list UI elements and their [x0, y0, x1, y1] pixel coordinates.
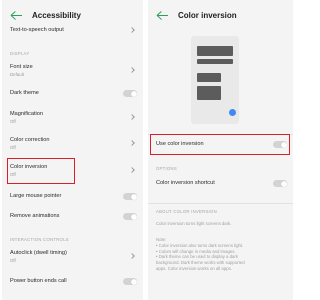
dark-theme-toggle[interactable]: [123, 90, 137, 97]
preview-bar: [197, 46, 233, 56]
row-title: Font size: [10, 64, 33, 70]
accessibility-panel: Accessibility Text-to-speech output DISP…: [2, 0, 143, 300]
row-autoclick[interactable]: Autoclick (dwell timing) Off: [10, 250, 137, 263]
divider: [148, 203, 293, 204]
row-value: Default: [10, 71, 24, 77]
row-title: Remove animations: [10, 213, 60, 220]
row-title: Dark theme: [10, 90, 39, 97]
row-power-button-ends-call[interactable]: Power button ends call: [10, 278, 137, 285]
row-color-correction[interactable]: Color correction Off: [10, 137, 137, 150]
page-title: Accessibility: [32, 10, 81, 20]
row-text-to-speech[interactable]: Text-to-speech output: [10, 27, 137, 34]
preview-bar: [197, 73, 221, 82]
inversion-preview-illustration: [191, 36, 239, 124]
row-value: Off: [10, 257, 16, 263]
preview-bar: [197, 86, 221, 100]
chevron-right-icon: [129, 67, 135, 74]
preview-bar: [197, 59, 233, 64]
row-dark-theme[interactable]: Dark theme: [10, 90, 137, 97]
toggle-knob: [130, 193, 137, 200]
chevron-right-icon: [129, 27, 135, 34]
large-mouse-pointer-toggle[interactable]: [123, 193, 137, 200]
row-color-inversion-shortcut[interactable]: Color inversion shortcut: [156, 180, 287, 187]
row-title: Autoclick (dwell timing): [10, 250, 67, 256]
row-title: Power button ends call: [10, 278, 67, 285]
row-large-mouse-pointer[interactable]: Large mouse pointer: [10, 193, 137, 200]
about-description: Color inversion turns light screens dark…: [156, 221, 232, 226]
toggle-knob: [130, 213, 137, 220]
page-title: Color inversion: [178, 10, 237, 20]
chevron-right-icon: [129, 167, 135, 174]
row-title: Color inversion shortcut: [156, 180, 215, 187]
row-value: Off: [10, 118, 16, 124]
section-display: DISPLAY: [10, 51, 30, 56]
color-inversion-shortcut-toggle[interactable]: [273, 180, 287, 187]
chevron-right-icon: [129, 140, 135, 147]
remove-animations-toggle[interactable]: [123, 213, 137, 220]
about-note: Note: • Color inversion also turns dark …: [156, 237, 285, 272]
use-color-inversion-highlight: [150, 134, 290, 155]
accessibility-header: Accessibility: [2, 0, 143, 30]
row-font-size[interactable]: Font size Default: [10, 64, 137, 77]
chevron-right-icon: [129, 114, 135, 121]
back-arrow-icon[interactable]: [156, 9, 168, 21]
toggle-knob: [280, 180, 287, 187]
row-remove-animations[interactable]: Remove animations: [10, 213, 137, 220]
power-button-ends-call-toggle[interactable]: [123, 278, 137, 285]
row-title: Color correction: [10, 137, 50, 143]
chevron-right-icon: [129, 253, 135, 260]
row-title: Text-to-speech output: [10, 27, 64, 33]
section-interaction-controls: INTERACTION CONTROLS: [10, 237, 69, 242]
row-title: Magnification: [10, 111, 43, 117]
color-inversion-highlight: [7, 158, 75, 184]
section-options: OPTIONS: [156, 166, 177, 171]
back-arrow-icon[interactable]: [10, 9, 22, 21]
color-inversion-header: Color inversion: [148, 0, 293, 30]
note-line: apps. Color inversion works on all apps.: [156, 265, 232, 271]
toggle-knob: [130, 90, 137, 97]
section-about-color-inversion: ABOUT COLOR INVERSION: [156, 209, 217, 214]
row-magnification[interactable]: Magnification Off: [10, 111, 137, 124]
toggle-knob: [130, 278, 137, 285]
row-title: Large mouse pointer: [10, 193, 62, 200]
row-value: Off: [10, 144, 16, 150]
color-inversion-panel: Color inversion Use color inversion OPTI…: [148, 0, 293, 300]
preview-fab-dot: [229, 109, 236, 116]
